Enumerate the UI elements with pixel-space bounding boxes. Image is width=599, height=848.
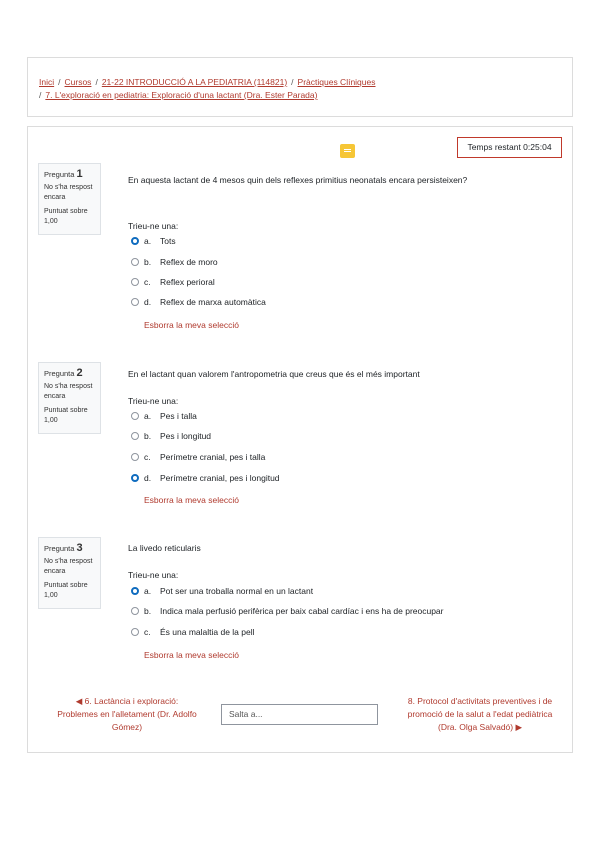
question-prompt-2: Trieu-ne una: [128,396,179,406]
breadcrumb-separator: / [58,77,61,87]
option-letter: a. [144,586,152,596]
option-letter: b. [144,606,152,616]
question-number: 2 [76,367,83,379]
clear-selection-link-3[interactable]: Esborra la meva selecció [144,650,239,660]
question-number: 3 [76,542,83,554]
clear-selection-link-1[interactable]: Esborra la meva selecció [144,320,239,330]
prev-activity-link[interactable]: ◀ 6. Lactància i exploració: Problemes e… [57,695,197,734]
radio-button[interactable] [131,453,139,461]
option-text: Reflex de marxa automàtica [160,297,266,307]
q2-option-c[interactable]: c. Perímetre cranial, pes i talla [131,452,265,462]
breadcrumb-home-link[interactable]: Inici [39,77,54,87]
q2-option-d[interactable]: d. Perímetre cranial, pes i longitud [131,473,280,483]
question-text-2: En el lactant quan valorem l'antropometr… [128,369,420,379]
chat-icon[interactable] [340,144,355,158]
question-grade: Puntuat sobre 1,00 [44,582,88,599]
radio-button[interactable] [131,258,139,266]
breadcrumb-courses-link[interactable]: Cursos [65,77,92,87]
question-label: Pregunta [44,170,75,179]
option-letter: b. [144,257,152,267]
radio-button[interactable] [131,412,139,420]
option-text: Reflex de moro [160,257,218,267]
option-letter: d. [144,473,152,483]
option-letter: b. [144,431,152,441]
question-number: 1 [76,168,83,180]
option-text: És una malaltia de la pell [160,627,255,637]
q3-option-a[interactable]: a. Pot ser una troballa normal en un lact… [131,586,313,596]
q1-option-b[interactable]: b. Reflex de moro [131,257,218,267]
breadcrumb-activity-link[interactable]: 7. L'exploració en pediatria: Exploració… [45,90,317,100]
question-status: No s'ha respost encara [44,383,93,400]
option-text: Perímetre cranial, pes i longitud [160,473,280,483]
quiz-panel [27,126,573,753]
question-text-3: La livedo reticularis [128,543,201,553]
option-text: Perímetre cranial, pes i talla [160,452,266,462]
breadcrumb-separator: / [95,77,98,87]
question-status: No s'ha respost encara [44,558,93,575]
question-info-3: Pregunta 3 No s'ha respost encara Puntua… [38,537,101,609]
radio-button[interactable] [131,607,139,615]
question-grade: Puntuat sobre 1,00 [44,407,88,424]
question-label: Pregunta [44,369,75,378]
question-prompt-1: Trieu-ne una: [128,221,179,231]
radio-button[interactable] [131,474,139,482]
breadcrumb-course-link[interactable]: 21-22 INTRODUCCIÓ A LA PEDIATRIA (114821… [102,77,287,87]
radio-button[interactable] [131,237,139,245]
option-text: Reflex perioral [160,277,215,287]
breadcrumb-separator: / [291,77,294,87]
option-letter: a. [144,411,152,421]
question-status: No s'ha respost encara [44,184,93,201]
option-letter: a. [144,236,152,246]
q1-option-c[interactable]: c. Reflex perioral [131,277,215,287]
option-text: Tots [160,236,176,246]
question-prompt-3: Trieu-ne una: [128,570,179,580]
q1-option-a[interactable]: a. Tots [131,236,176,246]
timer-box: Temps restant 0:25:04 [457,137,562,158]
radio-button[interactable] [131,628,139,636]
breadcrumb-separator: / [39,90,42,100]
clear-selection-link-2[interactable]: Esborra la meva selecció [144,495,239,505]
q2-option-a[interactable]: a. Pes i talla [131,411,197,421]
next-activity-link[interactable]: 8. Protocol d'activitats preventives i d… [398,695,562,734]
option-letter: c. [144,277,151,287]
question-info-1: Pregunta 1 No s'ha respost encara Puntua… [38,163,101,235]
q1-option-d[interactable]: d. Reflex de marxa automàtica [131,297,266,307]
radio-button[interactable] [131,432,139,440]
option-letter: d. [144,297,152,307]
q3-option-c[interactable]: c. És una malaltia de la pell [131,627,255,637]
radio-button[interactable] [131,298,139,306]
question-label: Pregunta [44,544,75,553]
breadcrumb: Inici / Cursos/21-22 INTRODUCCIÓ A LA PEDI… [27,57,573,117]
question-text-1: En aquesta lactant de 4 mesos quin dels … [128,175,468,185]
radio-button[interactable] [131,587,139,595]
option-text: Pot ser una troballa normal en un lactan… [160,586,314,596]
radio-button[interactable] [131,278,139,286]
option-text: Indica mala perfusió perifèrica per baix… [160,606,444,616]
option-text: Pes i talla [160,411,197,421]
question-info-2: Pregunta 2 No s'ha respost encara Puntua… [38,362,101,434]
option-letter: c. [144,452,151,462]
q3-option-b[interactable]: b. Indica mala perfusió perifèrica per ba… [131,606,444,616]
jump-to-select[interactable]: Salta a... [221,704,378,725]
breadcrumb-section-link[interactable]: Pràctiques Clíniques [298,77,376,87]
question-grade: Puntuat sobre 1,00 [44,208,88,225]
option-text: Pes i longitud [160,431,212,441]
option-letter: c. [144,627,151,637]
q2-option-b[interactable]: b. Pes i longitud [131,431,211,441]
